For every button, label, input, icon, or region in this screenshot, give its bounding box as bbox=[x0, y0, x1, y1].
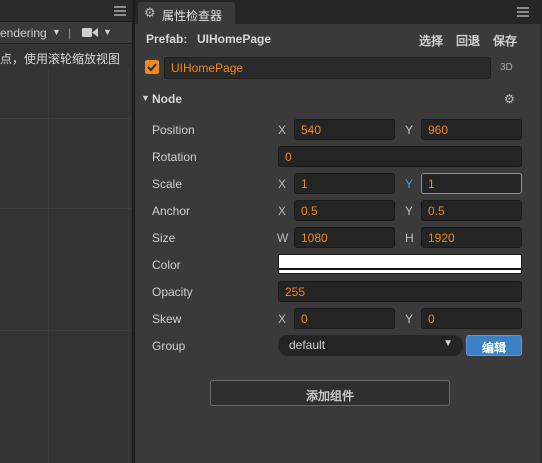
camera-icon[interactable] bbox=[82, 27, 98, 41]
axis-w: W bbox=[277, 231, 289, 245]
node-name-field[interactable]: UIHomePage bbox=[164, 57, 491, 79]
position-x-field[interactable]: 540 bbox=[294, 119, 395, 140]
menu-icon[interactable] bbox=[114, 6, 126, 16]
prop-label: Anchor bbox=[152, 204, 191, 218]
prop-label: Scale bbox=[152, 177, 183, 191]
prefab-name: UIHomePage bbox=[197, 32, 272, 46]
axis-y: Y bbox=[405, 177, 414, 191]
caret-down-icon: ▼ bbox=[443, 338, 453, 349]
prop-opacity: Opacity 255 bbox=[135, 279, 542, 306]
prop-label: Group bbox=[152, 339, 186, 353]
scene-hint: 点，使用滚轮缩放视图 bbox=[0, 44, 132, 70]
prop-label: Skew bbox=[152, 312, 182, 326]
gear-icon[interactable]: ⚙ bbox=[504, 92, 515, 106]
prop-label: Opacity bbox=[152, 285, 193, 299]
scale-y-field[interactable]: 1 bbox=[421, 173, 522, 194]
axis-y: Y bbox=[405, 123, 414, 137]
grid-line bbox=[0, 208, 132, 209]
chevron-down-icon[interactable]: ▼ bbox=[103, 27, 112, 37]
prefab-revert-button[interactable]: 回退 bbox=[456, 32, 480, 49]
scale-x-field[interactable]: 1 bbox=[294, 173, 395, 194]
add-component-button[interactable]: 添加组件 bbox=[210, 380, 450, 406]
grid-line bbox=[48, 70, 49, 463]
prefab-label: Prefab: bbox=[146, 32, 188, 46]
scene-panel[interactable]: endering ▼ | ▼ 点，使用滚轮缩放视图 bbox=[0, 0, 132, 463]
grid-line bbox=[0, 330, 132, 331]
prop-group: Group default ▼ 编辑 bbox=[135, 333, 542, 360]
prop-label: Rotation bbox=[152, 150, 197, 164]
axis-h: H bbox=[405, 231, 414, 245]
alpha-bar bbox=[279, 268, 521, 270]
group-edit-button[interactable]: 编辑 bbox=[466, 335, 522, 356]
scene-tabbar bbox=[0, 0, 132, 22]
prop-anchor: Anchor X 0.5 Y 0.5 bbox=[135, 198, 542, 225]
prop-color: Color bbox=[135, 252, 542, 279]
scene-hint-text: 点，使用滚轮缩放视图 bbox=[0, 52, 121, 66]
grid-line bbox=[128, 70, 129, 463]
chevron-down-icon[interactable]: ▼ bbox=[52, 27, 61, 37]
axis-x: X bbox=[278, 177, 287, 191]
rotation-field[interactable]: 0 bbox=[278, 146, 522, 167]
mode-3d-toggle[interactable]: 3D bbox=[500, 62, 513, 73]
prop-rotation: Rotation 0 bbox=[135, 144, 542, 171]
toolbar-separator: | bbox=[68, 26, 72, 40]
group-value: default bbox=[289, 338, 326, 352]
skew-x-field[interactable]: 0 bbox=[294, 308, 395, 329]
position-y-field[interactable]: 960 bbox=[421, 119, 522, 140]
axis-y: Y bbox=[405, 204, 414, 218]
inspector-panel: ⚙ 属性检查器 Prefab: UIHomePage 选择 回退 保存 UIHo… bbox=[135, 0, 542, 463]
caret-down-icon[interactable]: ▼ bbox=[141, 93, 150, 103]
tab-inspector[interactable]: ⚙ 属性检查器 bbox=[138, 2, 235, 24]
prop-label: Position bbox=[152, 123, 195, 137]
scene-toolbar: endering ▼ | ▼ bbox=[0, 22, 132, 44]
opacity-field[interactable]: 255 bbox=[278, 281, 522, 302]
prop-label: Size bbox=[152, 231, 176, 245]
prefab-save-button[interactable]: 保存 bbox=[493, 32, 517, 49]
node-name-row: UIHomePage 3D bbox=[135, 54, 542, 82]
inspector-tabbar: ⚙ 属性检查器 bbox=[135, 0, 542, 24]
checkbox-icon bbox=[147, 63, 157, 72]
gear-icon: ⚙ bbox=[144, 5, 156, 20]
prop-position: Position X 540 Y 960 bbox=[135, 117, 542, 144]
group-select[interactable]: default ▼ bbox=[278, 335, 463, 356]
prop-scale: Scale X 1 Y 1 bbox=[135, 171, 542, 198]
node-active-checkbox[interactable] bbox=[145, 60, 159, 74]
skew-y-field[interactable]: 0 bbox=[421, 308, 522, 329]
prop-size: Size W 1080 H 1920 bbox=[135, 225, 542, 252]
prop-label: Color bbox=[152, 258, 181, 272]
prefab-bar: Prefab: UIHomePage 选择 回退 保存 bbox=[135, 26, 542, 52]
anchor-x-field[interactable]: 0.5 bbox=[294, 200, 395, 221]
prefab-select-button[interactable]: 选择 bbox=[419, 32, 443, 49]
axis-x: X bbox=[278, 123, 287, 137]
size-height-field[interactable]: 1920 bbox=[421, 227, 522, 248]
tab-title: 属性检查器 bbox=[162, 9, 223, 23]
grid-line bbox=[0, 118, 132, 119]
axis-x: X bbox=[278, 312, 287, 326]
section-title: Node bbox=[152, 92, 182, 106]
axis-y: Y bbox=[405, 312, 414, 326]
prop-skew: Skew X 0 Y 0 bbox=[135, 306, 542, 333]
color-swatch[interactable] bbox=[278, 254, 522, 274]
node-section-header[interactable]: ▼ Node ⚙ bbox=[135, 88, 542, 110]
size-width-field[interactable]: 1080 bbox=[294, 227, 395, 248]
axis-x: X bbox=[278, 204, 287, 218]
anchor-y-field[interactable]: 0.5 bbox=[421, 200, 522, 221]
render-mode-label[interactable]: endering bbox=[0, 26, 47, 40]
menu-icon[interactable] bbox=[517, 7, 529, 17]
